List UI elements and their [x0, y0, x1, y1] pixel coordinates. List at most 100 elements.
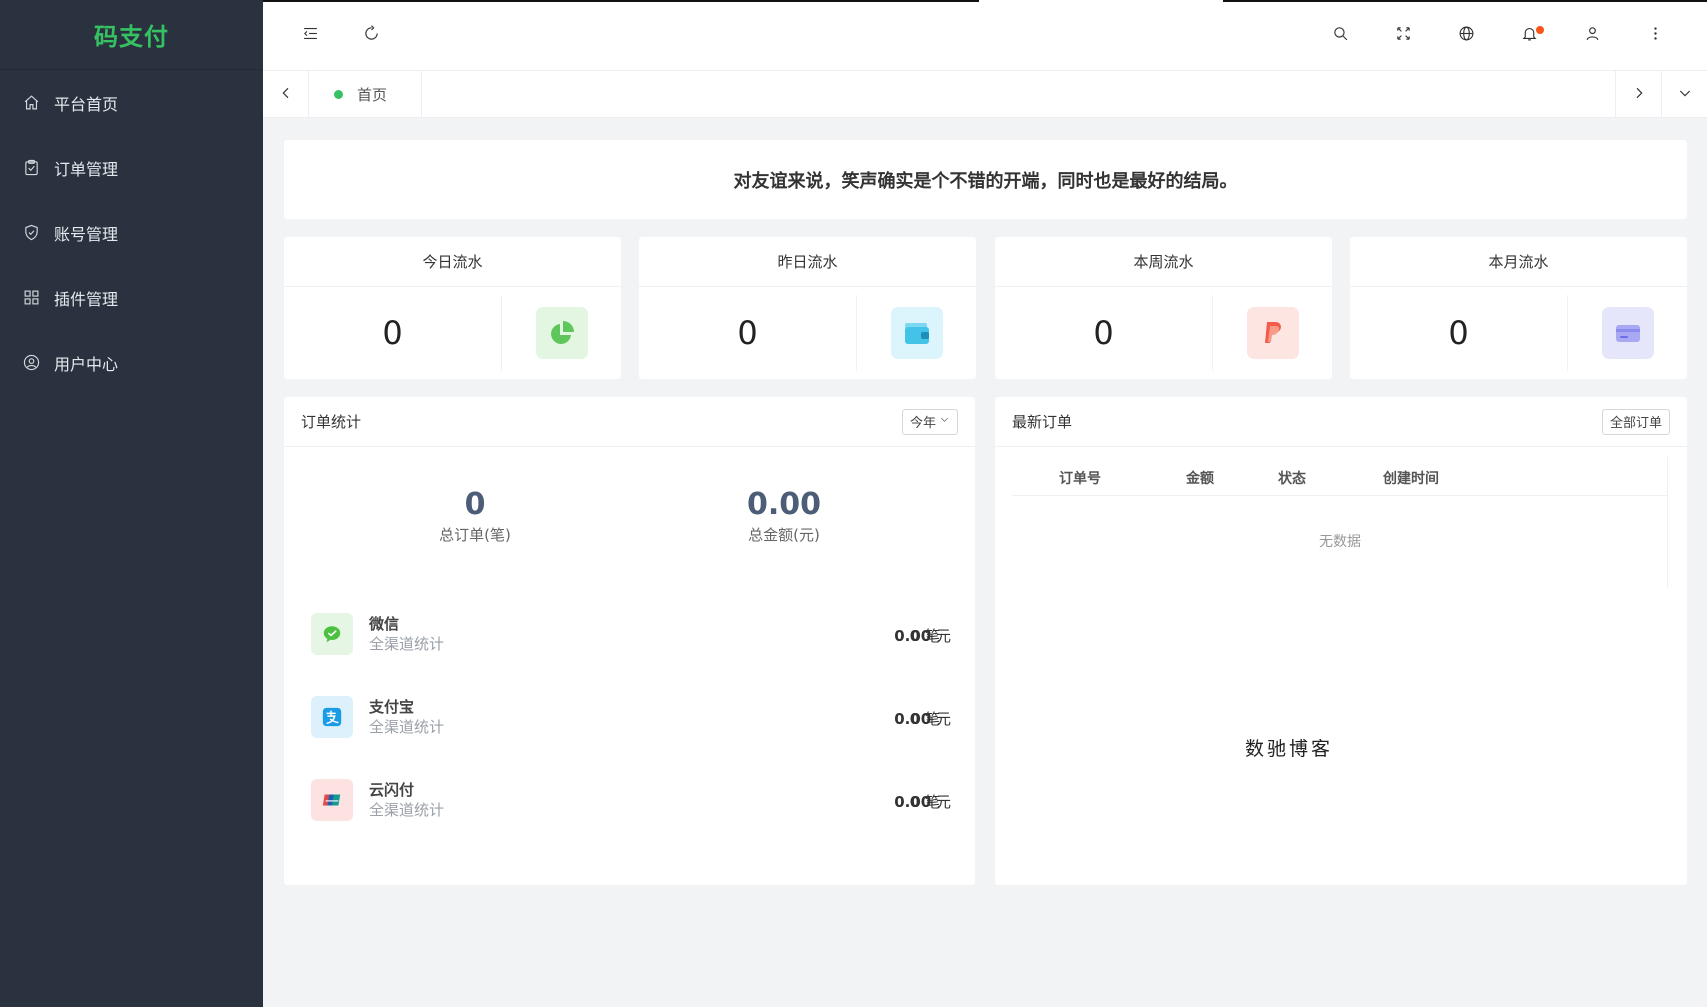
paypal-icon: [1246, 307, 1299, 359]
tabs-scroll-right[interactable]: [1615, 71, 1661, 118]
bell-icon: [1521, 25, 1538, 46]
sidebar-item-orders[interactable]: 订单管理: [0, 135, 263, 200]
empty-state-text: 无数据: [1319, 534, 1361, 550]
channel-subtitle: 全渠道统计: [369, 718, 445, 736]
orders-table-body: 无数据: [1012, 496, 1668, 588]
grid-icon: [22, 289, 40, 307]
sidebar: 码支付 平台首页 订单管理 账号管理 插件管理 用户中心: [0, 0, 263, 1007]
stat-title: 本月流水: [1350, 237, 1687, 287]
channel-amount-unit: 元: [935, 627, 951, 645]
refresh-icon: [363, 24, 380, 46]
tab-home-label: 首页: [357, 86, 388, 104]
wechat-icon: [311, 613, 353, 655]
channel-amount: 0.00 元: [894, 791, 951, 812]
channel-amount-value: 0.00: [894, 627, 932, 645]
tabs-dropdown[interactable]: [1661, 71, 1707, 118]
refresh-button[interactable]: [358, 22, 384, 48]
sidebar-item-label: 插件管理: [54, 289, 119, 309]
menu-fold-icon: [302, 25, 319, 46]
shield-check-icon: [22, 224, 40, 242]
stat-title: 本周流水: [995, 237, 1332, 287]
search-icon: [1332, 25, 1349, 46]
chevron-down-icon: [1677, 85, 1693, 105]
pie-chart-icon: [535, 307, 588, 359]
sidebar-item-accounts[interactable]: 账号管理: [0, 200, 263, 265]
globe-icon: [1458, 25, 1475, 46]
column-status[interactable]: 状态: [1278, 468, 1306, 488]
user-icon: [1584, 25, 1601, 46]
app-logo[interactable]: 码支付: [0, 0, 263, 70]
total-amount-value: 0.00: [746, 487, 822, 522]
channel-name: 云闪付: [369, 781, 415, 799]
channel-amount-unit: 元: [935, 710, 951, 728]
active-tab-dot: [334, 90, 343, 99]
stat-value: 0: [639, 295, 857, 371]
year-filter-value: 今年: [909, 416, 936, 431]
column-amount[interactable]: 金额: [1186, 468, 1214, 488]
alipay-icon: [311, 696, 353, 738]
app-logo-text: 码支付: [94, 23, 169, 51]
sidebar-item-label: 订单管理: [54, 159, 119, 179]
sidebar-item-label: 平台首页: [54, 94, 119, 114]
column-order-no[interactable]: 订单号: [1059, 468, 1101, 488]
sidebar-item-label: 账号管理: [54, 224, 119, 244]
user-circle-icon: [22, 354, 40, 372]
tabs-bar: 首页: [263, 71, 1707, 118]
channel-name: 支付宝: [369, 698, 415, 716]
chevron-down-icon: [936, 414, 950, 429]
stat-value: 0: [284, 295, 502, 371]
channel-amount-value: 0.00: [894, 793, 932, 811]
quote-text: 对友谊来说，笑声确实是个不错的开端，同时也是最好的结局。: [733, 170, 1238, 192]
language-button[interactable]: [1453, 22, 1479, 48]
tab-home[interactable]: 首页: [310, 71, 422, 118]
sidebar-item-user-center[interactable]: 用户中心: [0, 330, 263, 395]
channel-subtitle: 全渠道统计: [369, 801, 445, 819]
stat-title: 今日流水: [284, 237, 621, 287]
quote-banner: 对友谊来说，笑声确实是个不错的开端，同时也是最好的结局。: [284, 140, 1687, 219]
channel-row-alipay: 支付宝 全渠道统计 0 笔 0.00 元: [311, 694, 951, 740]
channel-amount-value: 0.00: [894, 710, 932, 728]
channel-row-wechat: 微信 全渠道统计 0 笔 0.00 元: [311, 611, 951, 657]
clipboard-check-icon: [22, 159, 40, 177]
stat-value: 0: [995, 295, 1213, 371]
total-amount-label: 总金额(元): [748, 526, 820, 544]
fullscreen-icon: [1395, 25, 1412, 46]
channel-amount: 0.00 元: [894, 625, 951, 646]
user-button[interactable]: [1579, 22, 1605, 48]
chevron-right-icon: [1631, 85, 1647, 105]
notification-button[interactable]: [1516, 22, 1544, 48]
stat-card-today: 今日流水 0: [284, 237, 621, 379]
channel-subtitle: 全渠道统计: [369, 635, 445, 653]
menu-fold-button[interactable]: [297, 22, 323, 48]
all-orders-label: 全部订单: [1609, 416, 1662, 431]
stat-card-month: 本月流水 0: [1350, 237, 1687, 379]
unionpay-icon: [311, 779, 353, 821]
channel-amount-unit: 元: [935, 793, 951, 811]
stat-card-week: 本周流水 0: [995, 237, 1332, 379]
tabs-scroll-left[interactable]: [263, 71, 309, 118]
card-icon: [1601, 307, 1654, 359]
sidebar-menu: 平台首页 订单管理 账号管理 插件管理 用户中心: [0, 70, 263, 395]
more-vertical-icon: [1647, 25, 1664, 46]
year-filter-select[interactable]: 今年: [901, 408, 958, 435]
column-created-at[interactable]: 创建时间: [1383, 468, 1439, 488]
notification-dot: [1536, 26, 1544, 34]
sidebar-item-plugins[interactable]: 插件管理: [0, 265, 263, 330]
more-button[interactable]: [1642, 22, 1668, 48]
chevron-left-icon: [278, 85, 294, 105]
panel-title: 最新订单: [1012, 413, 1073, 431]
channel-amount: 0.00 元: [894, 708, 951, 729]
total-amount: 0.00 总金额(元): [684, 487, 884, 545]
sidebar-item-home[interactable]: 平台首页: [0, 70, 263, 135]
stat-value: 0: [1350, 295, 1568, 371]
total-orders-value: 0: [464, 487, 486, 522]
fullscreen-button[interactable]: [1390, 22, 1416, 48]
channel-row-unionpay: 云闪付 全渠道统计 0 笔 0.00 元: [311, 777, 951, 823]
sidebar-item-label: 用户中心: [54, 354, 119, 374]
all-orders-button[interactable]: 全部订单: [1601, 408, 1670, 435]
search-button[interactable]: [1327, 22, 1353, 48]
total-orders-label: 总订单(笔): [439, 526, 511, 544]
total-orders: 0 总订单(笔): [375, 487, 575, 545]
channel-name: 微信: [369, 615, 400, 633]
wallet-icon: [890, 307, 943, 359]
